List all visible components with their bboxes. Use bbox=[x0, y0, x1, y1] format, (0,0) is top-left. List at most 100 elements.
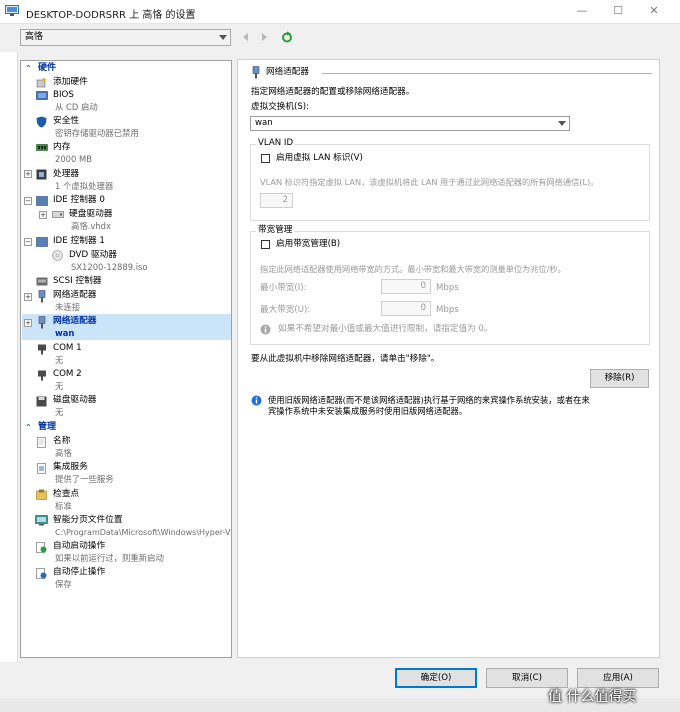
tree-item-auto-start[interactable]: 自动启动操作 bbox=[53, 541, 105, 552]
tree-item-dvd-drive[interactable]: DVD 驱动器 bbox=[69, 250, 117, 261]
network-adapter-icon bbox=[252, 66, 260, 79]
maximize-button[interactable]: ☐ bbox=[610, 4, 626, 18]
virtual-switch-label: 虚拟交换机(S): bbox=[251, 102, 310, 112]
bios-chip-icon bbox=[36, 91, 48, 100]
tree-item-bios[interactable]: BIOS bbox=[53, 90, 74, 101]
network-adapter-icon bbox=[38, 316, 46, 329]
integration-services-detail: 提供了一些服务 bbox=[55, 474, 114, 484]
shield-icon bbox=[36, 116, 47, 128]
add-hardware-icon bbox=[36, 77, 47, 88]
info-icon bbox=[251, 395, 262, 406]
tree-item-integration-services[interactable]: 集成服务 bbox=[53, 462, 88, 473]
tree-item-smart-paging[interactable]: 智能分页文件位置 bbox=[53, 515, 123, 526]
security-detail: 密钥存储驱动器已禁用 bbox=[55, 128, 139, 138]
tree-item-com2[interactable]: COM 2 bbox=[53, 369, 82, 380]
close-button[interactable]: ✕ bbox=[646, 4, 662, 18]
virtual-switch-value: wan bbox=[255, 118, 273, 128]
tree-item-security[interactable]: 安全性 bbox=[53, 116, 79, 127]
vlan-description: VLAN 标识符指定虚拟 LAN，该虚拟机将此 LAN 用于通过此网络适配器的所… bbox=[260, 177, 599, 187]
info-gray-icon bbox=[260, 324, 271, 335]
memory-detail: 2000 MB bbox=[55, 154, 92, 164]
tree-item-add-hardware[interactable]: 添加硬件 bbox=[53, 77, 88, 88]
min-bandwidth-unit: Mbps bbox=[436, 283, 459, 293]
expand-nic1-icon[interactable]: + bbox=[24, 293, 32, 301]
tree-item-ide-controller-1[interactable]: IDE 控制器 1 bbox=[53, 236, 105, 247]
expand-hdd-icon[interactable]: + bbox=[39, 211, 47, 219]
panel-description: 指定网络适配器的配置或移除网络适配器。 bbox=[251, 87, 415, 97]
auto-stop-detail: 保存 bbox=[55, 579, 72, 589]
bandwidth-checkbox[interactable] bbox=[261, 240, 270, 249]
com-port-icon bbox=[38, 370, 46, 381]
max-bandwidth-input[interactable]: 0 bbox=[381, 301, 431, 316]
collapse-icon: ⌃ bbox=[25, 423, 32, 432]
tree-item-checkpoints[interactable]: 检查点 bbox=[53, 489, 79, 500]
smart-paging-detail: C:\ProgramData\Microsoft\Windows\Hyper-V bbox=[55, 528, 231, 537]
hardware-section-header[interactable]: ⌃ 硬件 bbox=[22, 62, 231, 75]
chevron-down-icon bbox=[219, 35, 227, 40]
remove-instruction: 要从此虚拟机中移除网络适配器，请单击"移除"。 bbox=[251, 354, 440, 364]
cancel-button[interactable]: 取消(C) bbox=[486, 668, 568, 688]
com-port-icon bbox=[38, 344, 46, 355]
settings-tree[interactable]: ⌃ 硬件 添加硬件 BIOS 从 CD 启动 安全性 密钥存储驱动器已禁用 内存… bbox=[20, 60, 232, 658]
tree-item-processor[interactable]: 处理器 bbox=[53, 169, 79, 180]
tree-item-hard-drive[interactable]: 硬盘驱动器 bbox=[69, 209, 112, 220]
network-adapter-icon bbox=[38, 290, 46, 303]
vm-select-value: 高恪 bbox=[25, 32, 44, 42]
remove-button[interactable]: 移除(R) bbox=[590, 369, 649, 388]
tree-item-name[interactable]: 名称 bbox=[53, 436, 70, 447]
tree-item-scsi-controller[interactable]: SCSI 控制器 bbox=[53, 276, 101, 287]
background-window-edge bbox=[0, 52, 18, 662]
vlan-checkbox[interactable] bbox=[261, 154, 270, 163]
memory-icon bbox=[36, 144, 48, 151]
tree-item-network-adapter-1[interactable]: 网络适配器 bbox=[53, 290, 96, 301]
hardware-header-label: 硬件 bbox=[38, 63, 57, 73]
tree-item-ide-controller-0[interactable]: IDE 控制器 0 bbox=[53, 195, 105, 206]
virtual-switch-select[interactable]: wan bbox=[250, 116, 570, 131]
refresh-icon[interactable] bbox=[281, 31, 293, 43]
vlan-group-title: VLAN ID bbox=[256, 138, 296, 149]
forward-arrow-icon[interactable] bbox=[258, 31, 270, 43]
dialog-right-edge bbox=[664, 52, 680, 662]
vlan-id-input[interactable]: 2 bbox=[260, 193, 293, 208]
min-bandwidth-label: 最小带宽(I): bbox=[260, 283, 307, 293]
legacy-adapter-info-line-2: 宾操作系统中未安装集成服务时使用旧版网络适配器。 bbox=[268, 406, 468, 416]
vlan-checkbox-label[interactable]: 启用虚拟 LAN 标识(V) bbox=[276, 153, 363, 164]
tree-item-auto-stop[interactable]: 自动停止操作 bbox=[53, 567, 105, 578]
management-header-label: 管理 bbox=[38, 422, 57, 432]
expand-nic2-icon[interactable]: + bbox=[24, 319, 32, 327]
expand-processor-icon[interactable]: + bbox=[24, 170, 32, 178]
tree-item-network-adapter-2[interactable]: 网络适配器 bbox=[53, 316, 96, 327]
processor-detail: 1 个虚拟处理器 bbox=[55, 181, 114, 191]
checkpoints-detail: 标准 bbox=[55, 501, 72, 511]
heading-divider bbox=[322, 73, 652, 74]
collapse-ide1-icon[interactable]: − bbox=[24, 238, 32, 246]
apply-button[interactable]: 应用(A) bbox=[577, 668, 659, 688]
vm-settings-icon bbox=[5, 5, 19, 16]
minimize-button[interactable]: — bbox=[574, 4, 590, 18]
management-section-header[interactable]: ⌃ 管理 bbox=[22, 421, 231, 434]
paging-file-icon bbox=[35, 515, 48, 526]
legacy-adapter-info-line-1: 使用旧版网络适配器(而不是该网络适配器)执行基于网络的来宾操作系统安装，或者在来 bbox=[268, 395, 590, 405]
hard-drive-detail: 高恪.vhdx bbox=[71, 221, 111, 231]
tree-item-com1[interactable]: COM 1 bbox=[53, 343, 82, 354]
checkpoint-icon bbox=[36, 489, 47, 500]
dvd-disc-icon bbox=[52, 250, 63, 261]
bandwidth-description: 指定此网络适配器使用网络带宽的方式。最小带宽和最大带宽的测量单位为兆位/秒。 bbox=[260, 264, 566, 274]
ok-button[interactable]: 确定(O) bbox=[395, 668, 477, 688]
hard-drive-icon bbox=[52, 211, 64, 218]
max-bandwidth-label: 最大带宽(U): bbox=[260, 305, 311, 315]
bandwidth-checkbox-label[interactable]: 启用带宽管理(B) bbox=[276, 239, 340, 250]
back-arrow-icon[interactable] bbox=[240, 31, 252, 43]
floppy-disk-icon bbox=[36, 396, 47, 407]
tree-item-memory[interactable]: 内存 bbox=[53, 142, 70, 153]
collapse-ide0-icon[interactable]: − bbox=[24, 197, 32, 205]
network-adapter-panel: 网络适配器 指定网络适配器的配置或移除网络适配器。 虚拟交换机(S): wan … bbox=[237, 59, 660, 658]
network-adapter-1-detail: 未连接 bbox=[55, 302, 81, 312]
bios-detail: 从 CD 启动 bbox=[55, 102, 98, 112]
vm-select-dropdown[interactable]: 高恪 bbox=[20, 29, 231, 46]
tree-item-floppy-drive[interactable]: 磁盘驱动器 bbox=[53, 395, 96, 406]
dvd-drive-detail: SX1200-12889.iso bbox=[71, 262, 148, 272]
window-title: DESKTOP-DODRSRR 上 高恪 的设置 bbox=[26, 10, 196, 21]
panel-heading: 网络适配器 bbox=[266, 67, 309, 77]
min-bandwidth-input[interactable]: 0 bbox=[381, 279, 431, 294]
